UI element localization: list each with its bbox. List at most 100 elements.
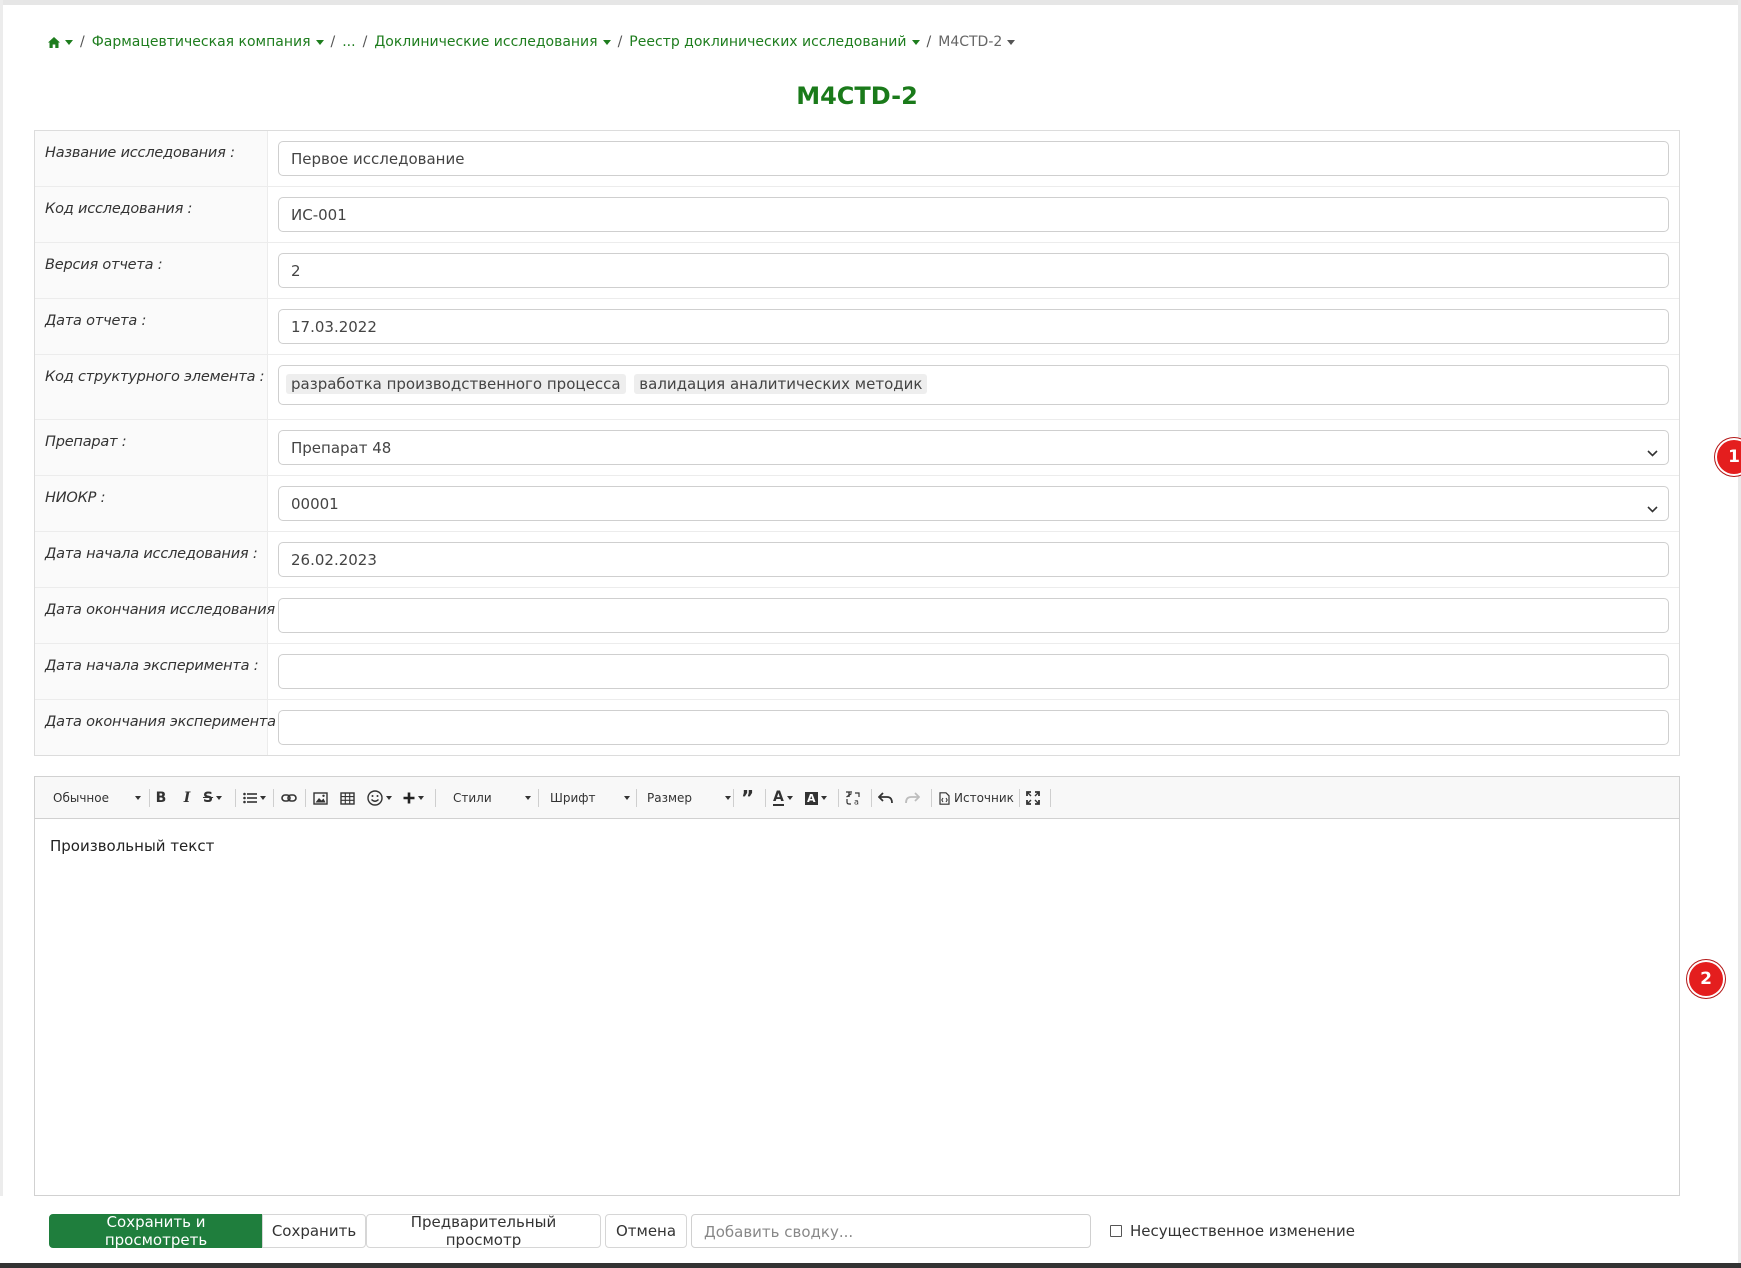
form-row-study-start: Дата начала исследования : 26.02.2023 bbox=[35, 532, 1679, 588]
chevron-down-icon bbox=[602, 39, 611, 45]
breadcrumb-label: Фармацевтическая компания bbox=[91, 34, 311, 50]
styles-combo[interactable]: Стили bbox=[453, 787, 531, 809]
drug-select-value: Препарат 48 bbox=[291, 439, 392, 457]
maximize-icon[interactable] bbox=[1026, 787, 1044, 809]
editor-toolbar: Обычное B I S Стили Шрифт Размер ” A A a… bbox=[35, 777, 1679, 819]
structural-code-tag[interactable]: валидация аналитических методик bbox=[634, 374, 928, 394]
structural-code-multiselect[interactable]: разработка производственного процесса ва… bbox=[278, 365, 1669, 405]
chevron-down-icon bbox=[1647, 443, 1658, 461]
breadcrumb-current-label: M4CTD-2 bbox=[938, 34, 1003, 50]
redo-icon[interactable] bbox=[905, 787, 923, 809]
chevron-down-icon bbox=[525, 796, 531, 800]
annotation-marker-1: 1 bbox=[1717, 440, 1741, 474]
minor-change-toggle[interactable]: Несущественное изменение bbox=[1110, 1222, 1355, 1240]
form-row-experiment-start: Дата начала эксперимента : bbox=[35, 644, 1679, 700]
breadcrumb-item-preclinical[interactable]: Доклинические исследования bbox=[374, 34, 611, 50]
image-icon[interactable] bbox=[313, 787, 331, 809]
italic-icon[interactable]: I bbox=[178, 787, 196, 809]
toolbar-separator bbox=[733, 789, 734, 807]
toolbar-separator bbox=[538, 789, 539, 807]
structural-code-tag[interactable]: разработка производственного процесса bbox=[286, 374, 626, 394]
form-row-rnd: НИОКР : 00001 bbox=[35, 476, 1679, 532]
drug-select[interactable]: Препарат 48 bbox=[278, 430, 1669, 465]
text-color-icon[interactable]: A bbox=[773, 787, 799, 809]
experiment-end-date-input[interactable] bbox=[278, 710, 1669, 745]
source-button[interactable]: Источник bbox=[939, 787, 1015, 809]
breadcrumb: / Фармацевтическая компания / ... / Докл… bbox=[48, 34, 1016, 50]
chevron-down-icon bbox=[1007, 39, 1016, 45]
editor-content[interactable]: Произвольный текст bbox=[50, 837, 214, 855]
summary-input[interactable]: Добавить сводку... bbox=[691, 1214, 1091, 1248]
rich-text-editor: Обычное B I S Стили Шрифт Размер ” A A a… bbox=[34, 776, 1680, 1196]
field-label: Дата окончания эксперимента : bbox=[35, 700, 285, 755]
plus-icon[interactable] bbox=[403, 787, 429, 809]
annotation-marker-2: 2 bbox=[1689, 962, 1723, 996]
source-button-label: Источник bbox=[954, 791, 1014, 805]
study-start-date-input[interactable]: 26.02.2023 bbox=[278, 542, 1669, 577]
size-combo-label: Размер bbox=[647, 791, 693, 805]
svg-text:a: a bbox=[854, 797, 859, 806]
bold-icon[interactable]: B bbox=[151, 787, 171, 809]
form-row-structural-code: Код структурного элемента : разработка п… bbox=[35, 355, 1679, 420]
chevron-down-icon bbox=[1647, 499, 1658, 517]
cancel-button[interactable]: Отмена bbox=[605, 1214, 687, 1248]
breadcrumb-separator: / bbox=[330, 34, 336, 50]
save-button[interactable]: Сохранить bbox=[262, 1214, 366, 1248]
breadcrumb-separator: / bbox=[617, 34, 623, 50]
study-name-input[interactable]: Первое исследование bbox=[278, 141, 1669, 176]
blockquote-icon[interactable]: ” bbox=[741, 786, 759, 810]
breadcrumb-item-ellipsis[interactable]: ... bbox=[342, 34, 355, 50]
background-color-icon[interactable]: A bbox=[805, 787, 833, 809]
minor-change-checkbox[interactable] bbox=[1110, 1225, 1122, 1237]
link-icon[interactable] bbox=[281, 787, 299, 809]
breadcrumb-label: Реестр доклинических исследований bbox=[629, 34, 907, 50]
save-and-view-button[interactable]: Сохранить и просмотреть bbox=[49, 1213, 263, 1249]
font-combo-label: Шрифт bbox=[550, 791, 596, 805]
breadcrumb-separator: / bbox=[362, 34, 368, 50]
format-combo[interactable]: Обычное bbox=[53, 787, 141, 809]
toolbar-separator bbox=[305, 789, 306, 807]
study-code-input[interactable]: ИС-001 bbox=[278, 197, 1669, 232]
breadcrumb-separator: / bbox=[80, 34, 85, 50]
breadcrumb-item-company[interactable]: Фармацевтическая компания bbox=[92, 34, 324, 50]
toolbar-separator bbox=[1019, 789, 1020, 807]
toolbar-separator bbox=[838, 789, 839, 807]
study-end-date-input[interactable] bbox=[278, 598, 1669, 633]
study-form: Название исследования : Первое исследова… bbox=[34, 130, 1680, 756]
strikethrough-icon[interactable]: S bbox=[203, 787, 227, 809]
field-label: Препарат : bbox=[35, 420, 268, 475]
breadcrumb-item-registry[interactable]: Реестр доклинических исследований bbox=[629, 34, 920, 50]
minor-change-label: Несущественное изменение bbox=[1130, 1222, 1355, 1240]
report-date-input[interactable]: 17.03.2022 bbox=[278, 309, 1669, 344]
page-title: M4CTD-2 bbox=[796, 82, 918, 110]
styles-combo-label: Стили bbox=[453, 791, 492, 805]
chevron-down-icon bbox=[911, 39, 920, 45]
font-combo[interactable]: Шрифт bbox=[550, 787, 630, 809]
rnd-select-value: 00001 bbox=[291, 495, 339, 513]
top-strip bbox=[0, 0, 1741, 5]
form-row-report-date: Дата отчета : 17.03.2022 bbox=[35, 299, 1679, 355]
emoji-icon[interactable] bbox=[367, 787, 395, 809]
table-icon[interactable] bbox=[340, 787, 358, 809]
preview-button[interactable]: Предварительный просмотр bbox=[366, 1213, 601, 1249]
undo-icon[interactable] bbox=[878, 787, 896, 809]
toolbar-separator bbox=[871, 789, 872, 807]
home-icon[interactable] bbox=[48, 36, 73, 48]
experiment-start-date-input[interactable] bbox=[278, 654, 1669, 689]
field-label: Код исследования : bbox=[35, 187, 268, 242]
toolbar-separator bbox=[273, 789, 274, 807]
toolbar-separator bbox=[1050, 789, 1051, 807]
size-combo[interactable]: Размер bbox=[647, 787, 731, 809]
list-icon[interactable] bbox=[243, 787, 269, 809]
chevron-down-icon bbox=[725, 796, 731, 800]
rnd-select[interactable]: 00001 bbox=[278, 486, 1669, 521]
language-icon[interactable]: a bbox=[845, 787, 865, 809]
report-version-input[interactable]: 2 bbox=[278, 253, 1669, 288]
bottom-edge bbox=[0, 1263, 1741, 1268]
chevron-down-icon bbox=[135, 796, 141, 800]
form-row-study-name: Название исследования : Первое исследова… bbox=[35, 131, 1679, 187]
left-strip bbox=[0, 0, 3, 1268]
breadcrumb-separator: / bbox=[926, 34, 932, 50]
breadcrumb-current[interactable]: M4CTD-2 bbox=[938, 34, 1016, 50]
format-combo-label: Обычное bbox=[53, 791, 109, 805]
